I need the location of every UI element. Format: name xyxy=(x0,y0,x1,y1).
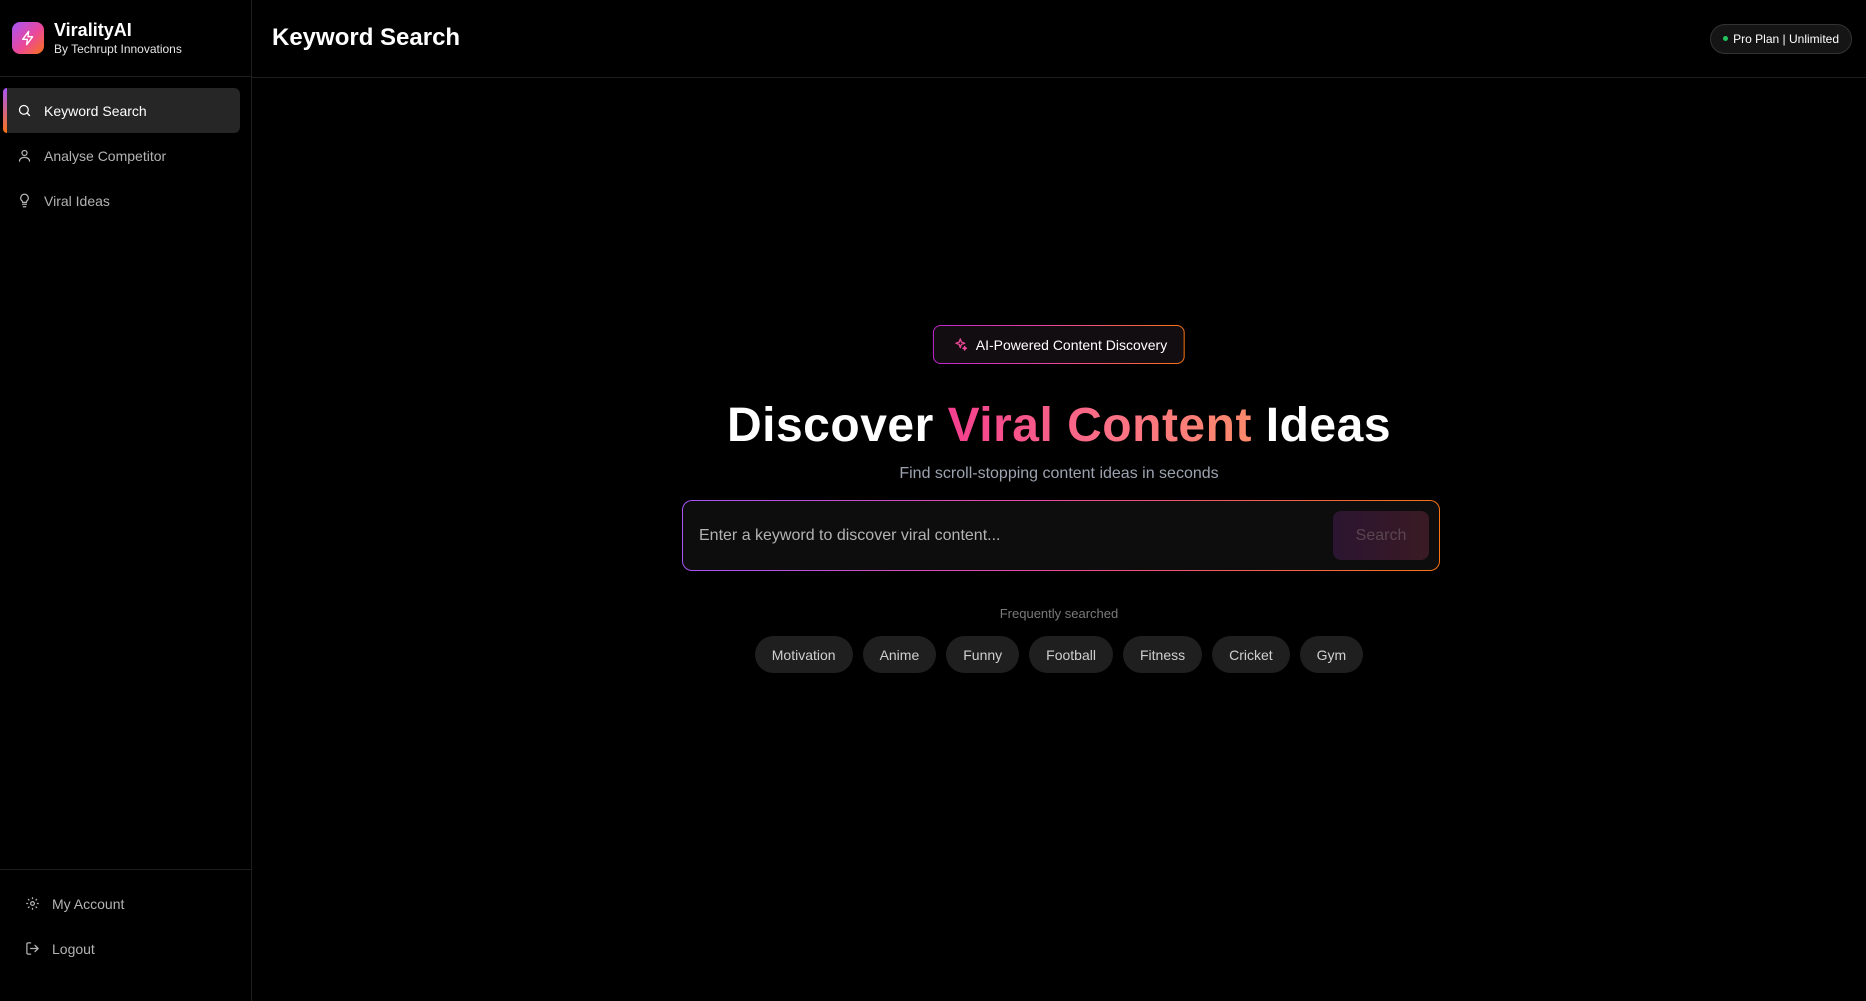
hero-part2: Ideas xyxy=(1251,399,1392,452)
top-header: Keyword Search Pro Plan | Unlimited xyxy=(252,0,1866,78)
page-title: Keyword Search xyxy=(272,23,461,51)
sidebar-item-viral-ideas[interactable]: Viral Ideas xyxy=(3,178,240,223)
brand-name: ViralityAI xyxy=(54,20,132,40)
my-account-button[interactable]: My Account xyxy=(0,881,251,926)
tag-chip[interactable]: Fitness xyxy=(1122,636,1203,673)
logout-icon xyxy=(24,941,40,957)
sidebar-item-keyword-search[interactable]: Keyword Search xyxy=(3,88,240,133)
plan-badge-label: Pro Plan | Unlimited xyxy=(1733,31,1839,46)
lightbulb-icon xyxy=(16,193,32,209)
hero-subtitle: Find scroll-stopping content ideas in se… xyxy=(899,465,1219,482)
user-icon xyxy=(16,148,32,164)
tag-chip[interactable]: Anime xyxy=(862,636,937,673)
sidebar-item-label: Analyse Competitor xyxy=(44,147,167,164)
main-content: AI-Powered Content Discovery Discover Vi… xyxy=(252,78,1866,1001)
sidebar-nav: Keyword Search Analyse Competitor Viral … xyxy=(0,77,251,223)
lightning-bolt-icon xyxy=(12,22,44,54)
frequently-searched-label: Frequently searched xyxy=(999,606,1119,621)
sidebar-footer: My Account Logout xyxy=(0,869,251,971)
search-button[interactable]: Search xyxy=(1333,511,1429,560)
hero-part1: Discover xyxy=(726,399,948,452)
status-dot-icon xyxy=(1723,36,1729,41)
sidebar-item-analyse-competitor[interactable]: Analyse Competitor xyxy=(3,133,240,178)
hero-heading: Discover Viral Content Ideas xyxy=(252,398,1866,453)
ai-powered-badge: AI-Powered Content Discovery xyxy=(933,325,1185,364)
search-box: Search xyxy=(682,500,1440,571)
hero-highlight: Viral Content xyxy=(947,399,1252,452)
tag-chip[interactable]: Motivation xyxy=(754,636,853,673)
brand-subtitle: By Techrupt Innovations xyxy=(54,42,182,56)
tag-chip[interactable]: Gym xyxy=(1299,636,1364,673)
sparkles-icon xyxy=(953,337,968,352)
plan-badge: Pro Plan | Unlimited xyxy=(1710,23,1852,54)
keyword-search-input[interactable] xyxy=(699,515,1333,556)
frequent-tags: Motivation Anime Funny Football Fitness … xyxy=(252,636,1866,673)
tag-chip[interactable]: Funny xyxy=(946,636,1020,673)
brand[interactable]: ViralityAI By Techrupt Innovations xyxy=(0,0,251,77)
my-account-label: My Account xyxy=(52,895,125,912)
tag-chip[interactable]: Cricket xyxy=(1212,636,1290,673)
ai-powered-label: AI-Powered Content Discovery xyxy=(975,336,1168,353)
sidebar: ViralityAI By Techrupt Innovations Keywo… xyxy=(0,0,252,1001)
gear-icon xyxy=(24,896,40,912)
logout-label: Logout xyxy=(52,940,95,957)
sidebar-item-label: Keyword Search xyxy=(44,102,147,119)
sidebar-item-label: Viral Ideas xyxy=(44,192,110,209)
tag-chip[interactable]: Football xyxy=(1029,636,1113,673)
logout-button[interactable]: Logout xyxy=(0,926,251,971)
search-icon xyxy=(16,103,32,119)
